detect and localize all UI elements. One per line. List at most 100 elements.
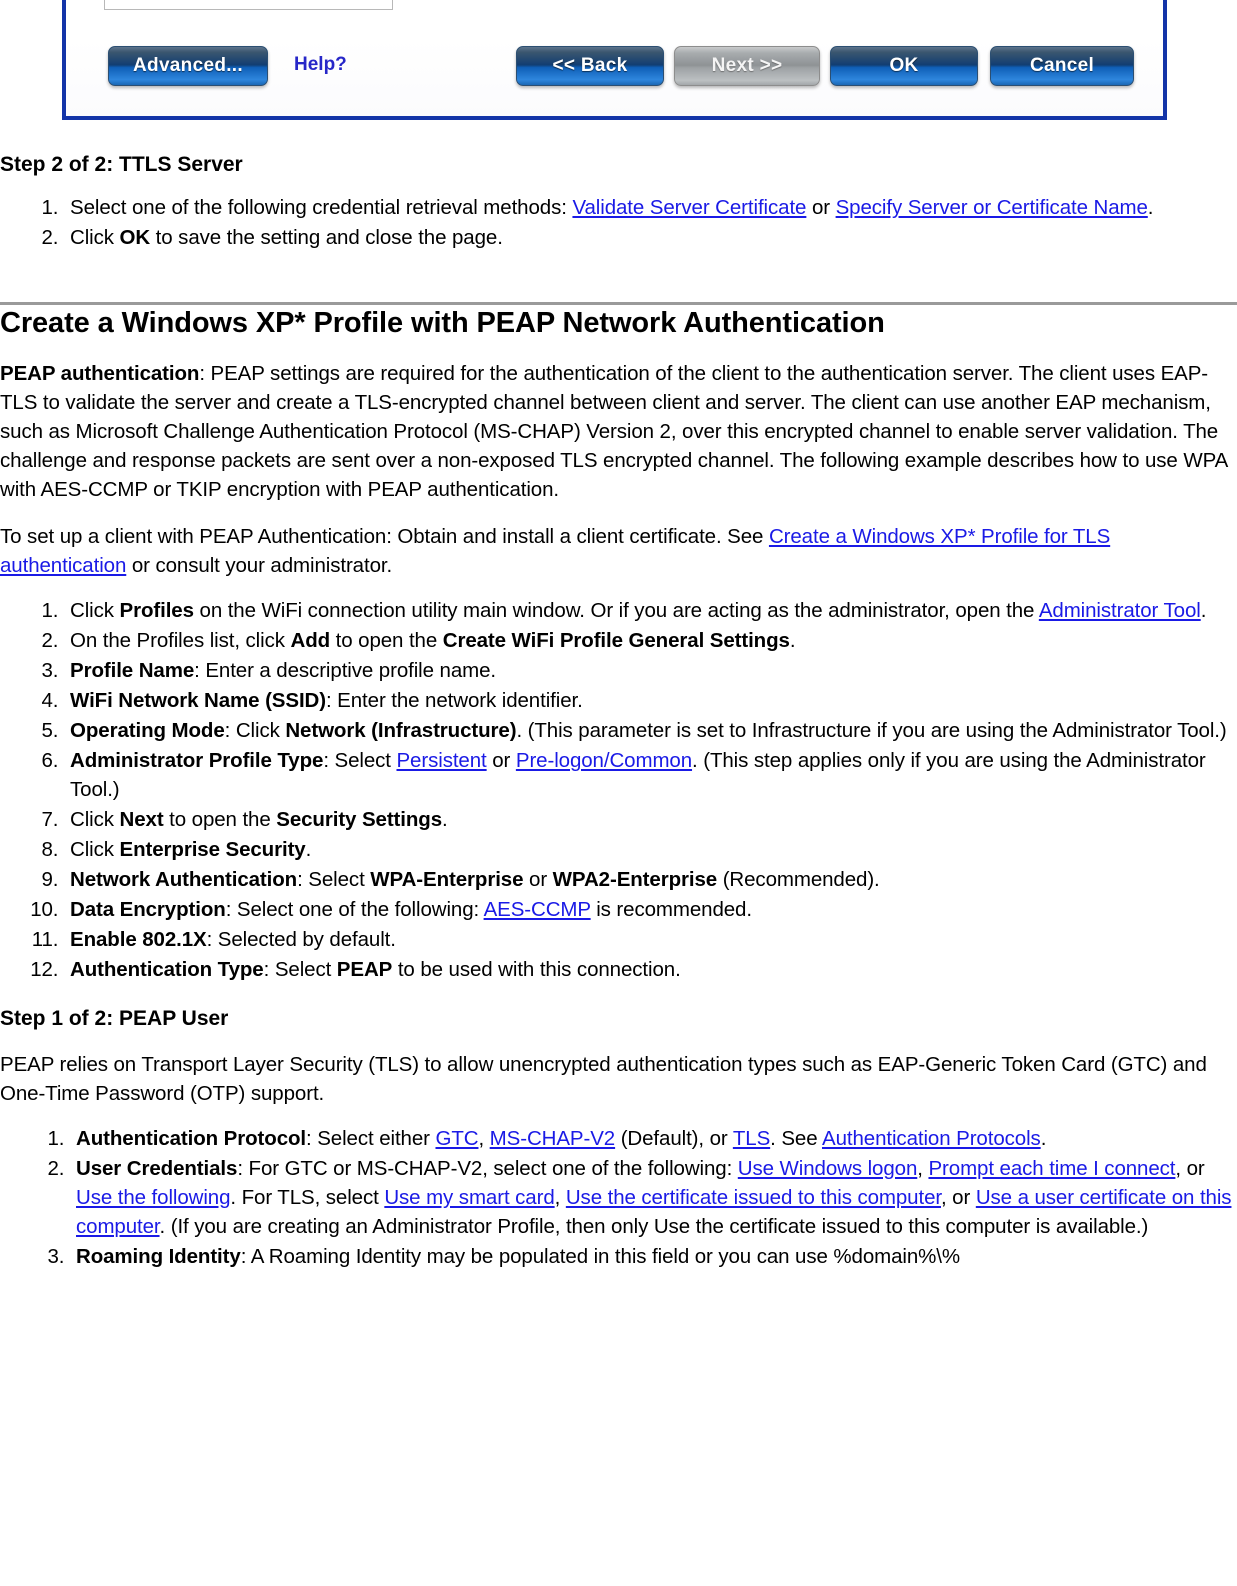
inline-link[interactable]: Pre-logon/Common bbox=[516, 749, 692, 772]
advanced-button[interactable]: Advanced... bbox=[108, 46, 268, 86]
ttls-step-heading: Step 2 of 2: TTLS Server bbox=[0, 153, 243, 176]
inline-term: Administrator Profile Type bbox=[70, 749, 324, 773]
inline-link[interactable]: Authentication Protocols bbox=[822, 1127, 1041, 1150]
inline-text: : Select one of the following: bbox=[225, 898, 484, 922]
back-button-label: << Back bbox=[552, 55, 628, 76]
inline-term: User Credentials bbox=[76, 1156, 238, 1180]
inline-text: to save the setting and close the page. bbox=[150, 226, 503, 250]
inline-term: Data Encryption bbox=[70, 898, 226, 922]
inline-text: (Default), or bbox=[615, 1126, 733, 1150]
inline-text: . bbox=[1040, 1126, 1047, 1150]
list-item: Roaming Identity: A Roaming Identity may… bbox=[70, 1242, 1237, 1271]
help-link-label: Help? bbox=[294, 54, 347, 75]
inline-text: Click bbox=[70, 808, 120, 832]
inline-link[interactable]: Use the certificate issued to this compu… bbox=[566, 1186, 941, 1209]
list-item: Operating Mode: Click Network (Infrastru… bbox=[64, 716, 1237, 745]
ok-button[interactable]: OK bbox=[830, 46, 978, 86]
inline-text: : A Roaming Identity may be populated in… bbox=[240, 1244, 961, 1268]
next-button[interactable]: Next >> bbox=[674, 46, 820, 86]
inline-link[interactable]: Use the following bbox=[76, 1186, 231, 1209]
inline-bold: Add bbox=[290, 629, 331, 653]
inline-text: . (This parameter is set to Infrastructu… bbox=[516, 719, 1227, 743]
inline-text: , bbox=[478, 1126, 490, 1150]
inline-text: on the WiFi connection utility main wind… bbox=[193, 599, 1039, 623]
inline-text: , bbox=[917, 1156, 929, 1180]
peap-intro-label: PEAP authentication bbox=[0, 362, 200, 386]
inline-text: : Select either bbox=[306, 1126, 436, 1150]
inline-text: . bbox=[305, 838, 312, 862]
inline-text: : Enter the network identifier. bbox=[325, 689, 583, 713]
inline-text: . bbox=[789, 629, 796, 653]
ttls-step-list: Select one of the following credential r… bbox=[0, 193, 1237, 252]
list-item: Click Profiles on the WiFi connection ut… bbox=[64, 596, 1237, 625]
inline-link[interactable]: TLS bbox=[733, 1127, 770, 1150]
cancel-button-label: Cancel bbox=[1029, 55, 1095, 76]
inline-text: . See bbox=[770, 1126, 822, 1150]
inline-term: Network Authentication bbox=[70, 868, 298, 892]
inline-link[interactable]: Specify Server or Certificate Name bbox=[836, 196, 1148, 219]
list-item: Administrator Profile Type: Select Persi… bbox=[64, 746, 1237, 804]
inline-bold: Network (Infrastructure) bbox=[285, 719, 517, 743]
next-button-label: Next >> bbox=[711, 55, 783, 76]
profile-text-input[interactable] bbox=[104, 0, 393, 10]
help-document-page: Advanced... Help? << Back Next >> OK Can… bbox=[0, 0, 1237, 1586]
inline-link[interactable]: MS-CHAP-V2 bbox=[490, 1127, 616, 1150]
inline-link[interactable]: GTC bbox=[435, 1127, 478, 1150]
inline-bold: WPA2-Enterprise bbox=[552, 868, 718, 892]
inline-bold: Security Settings bbox=[276, 808, 443, 832]
inline-text: . bbox=[1147, 196, 1154, 220]
document-body: Step 2 of 2: TTLS Server Select one of t… bbox=[0, 130, 1237, 1272]
inline-link[interactable]: AES-CCMP bbox=[484, 898, 591, 921]
inline-text: (Recommended). bbox=[717, 868, 880, 892]
inline-text: : Click bbox=[224, 719, 286, 743]
inline-text: : Selected by default. bbox=[206, 928, 396, 952]
peap-tls-paragraph: PEAP relies on Transport Layer Security … bbox=[0, 1052, 1207, 1105]
inline-text: to open the bbox=[163, 808, 277, 832]
inline-text: Click bbox=[70, 838, 120, 862]
list-item: User Credentials: For GTC or MS-CHAP-V2,… bbox=[70, 1154, 1237, 1241]
help-link[interactable]: Help? bbox=[294, 54, 347, 76]
page-title: Create a Windows XP* Profile with PEAP N… bbox=[0, 307, 885, 340]
inline-text: is recommended. bbox=[590, 898, 752, 922]
setup-pre-text: To set up a client with PEAP Authenticat… bbox=[0, 525, 769, 549]
list-item: Network Authentication: Select WPA-Enter… bbox=[64, 865, 1237, 894]
inline-bold: OK bbox=[119, 226, 151, 250]
inline-text: , bbox=[554, 1185, 566, 1209]
dialog-button-row: Advanced... Help? << Back Next >> OK Can… bbox=[66, 46, 1163, 106]
peap-intro-paragraph: PEAP authentication: PEAP settings are r… bbox=[0, 359, 1237, 504]
inline-term: Operating Mode bbox=[70, 719, 225, 743]
inline-link[interactable]: Use my smart card bbox=[384, 1186, 554, 1209]
back-button[interactable]: << Back bbox=[516, 46, 664, 86]
inline-text: . bbox=[1200, 599, 1207, 623]
list-item: Authentication Protocol: Select either G… bbox=[70, 1124, 1237, 1153]
inline-link[interactable]: Use Windows logon bbox=[738, 1157, 918, 1180]
inline-text: : Select bbox=[323, 749, 397, 773]
inline-term: Authentication Type bbox=[70, 958, 264, 982]
inline-text: or bbox=[486, 749, 516, 773]
cancel-button[interactable]: Cancel bbox=[990, 46, 1134, 86]
inline-text: . For TLS, select bbox=[230, 1185, 385, 1209]
inline-text: : Select bbox=[297, 868, 371, 892]
inline-link[interactable]: Prompt each time I connect bbox=[928, 1157, 1175, 1180]
inline-link[interactable]: Validate Server Certificate bbox=[572, 196, 806, 219]
list-item: Click OK to save the setting and close t… bbox=[64, 223, 1237, 252]
inline-text: Select one of the following credential r… bbox=[70, 196, 573, 220]
inline-link[interactable]: Persistent bbox=[396, 749, 486, 772]
dialog-content-area: Advanced... Help? << Back Next >> OK Can… bbox=[66, 0, 1163, 116]
list-item: Enable 802.1X: Selected by default. bbox=[64, 925, 1237, 954]
inline-text: or bbox=[523, 868, 553, 892]
inline-text: : Select bbox=[263, 958, 337, 982]
inline-link[interactable]: Administrator Tool bbox=[1039, 599, 1201, 622]
wifi-profile-dialog-fragment: Advanced... Help? << Back Next >> OK Can… bbox=[62, 0, 1167, 120]
list-item: Profile Name: Enter a descriptive profil… bbox=[64, 656, 1237, 685]
list-item: Click Enterprise Security. bbox=[64, 835, 1237, 864]
list-item: WiFi Network Name (SSID): Enter the netw… bbox=[64, 686, 1237, 715]
inline-text: . (If you are creating an Administrator … bbox=[159, 1214, 1149, 1238]
list-item: Select one of the following credential r… bbox=[64, 193, 1237, 222]
inline-text: On the Profiles list, click bbox=[70, 629, 291, 653]
inline-bold: WPA-Enterprise bbox=[370, 868, 524, 892]
inline-term: Profile Name bbox=[70, 659, 195, 683]
inline-text: : Enter a descriptive profile name. bbox=[194, 659, 496, 683]
inline-text: . bbox=[442, 808, 448, 832]
list-item: Data Encryption: Select one of the follo… bbox=[64, 895, 1237, 924]
